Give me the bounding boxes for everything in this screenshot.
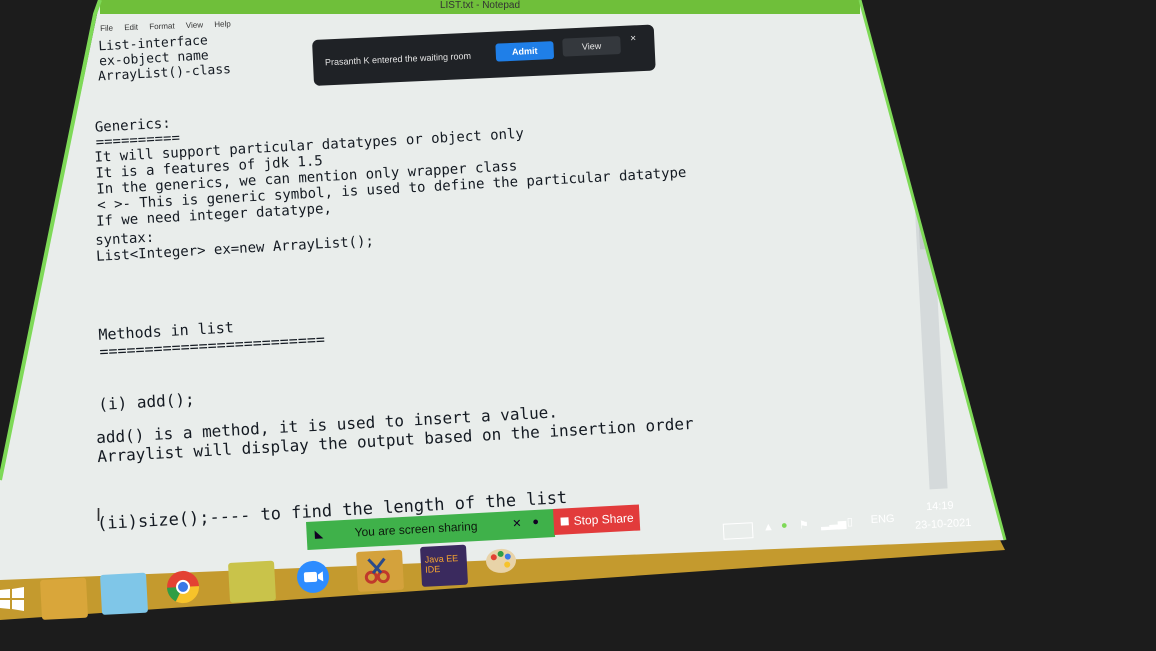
close-icon[interactable]: × (630, 33, 636, 44)
notification-message: Prasanth K entered the waiting room (324, 50, 472, 68)
flag-icon[interactable]: ⚑ (799, 518, 809, 532)
update-icon[interactable]: ● (781, 519, 788, 531)
sticky-notes-icon[interactable] (228, 560, 277, 603)
clock-date[interactable]: 23-10-2021 (915, 517, 972, 532)
stop-icon (560, 517, 569, 526)
windows-start-icon[interactable] (0, 586, 24, 617)
microphone-icon[interactable]: ✕ (512, 517, 522, 530)
sharing-status-text: You are screen sharing (354, 519, 478, 540)
battery-icon[interactable]: ▯ (846, 515, 854, 528)
vertical-scrollbar[interactable] (905, 19, 948, 490)
stop-share-button[interactable]: Stop Share (553, 504, 641, 535)
view-button[interactable]: View (562, 36, 621, 57)
java-ee-ide-icon[interactable]: Java EE IDE (420, 544, 469, 587)
input-language[interactable]: ENG (870, 513, 894, 526)
snipping-tool-icon[interactable] (356, 549, 405, 592)
zoom-icon[interactable] (292, 556, 340, 598)
chrome-icon[interactable] (162, 566, 210, 608)
menu-edit[interactable]: Edit (124, 23, 138, 32)
menu-view[interactable]: View (186, 20, 204, 30)
show-hidden-icons-icon[interactable]: ▲ (763, 521, 775, 534)
admit-button[interactable]: Admit (495, 41, 555, 62)
menu-help[interactable]: Help (214, 19, 231, 29)
scroll-thumb[interactable] (912, 99, 933, 250)
notepad-icon[interactable] (100, 572, 149, 615)
notepad-window: LIST.txt - Notepad File Edit Format View… (0, 0, 1005, 615)
shield-icon[interactable]: ● (532, 516, 539, 528)
text-cursor-icon: I (96, 505, 102, 525)
window-title: LIST.txt - Notepad (100, 0, 860, 14)
editor-line: (i) add(); (97, 389, 196, 414)
paint-icon[interactable] (480, 540, 528, 582)
pin-icon[interactable]: ◣ (314, 527, 323, 540)
menu-file[interactable]: File (100, 24, 113, 33)
file-explorer-icon[interactable] (40, 577, 89, 620)
keyboard-icon[interactable] (722, 522, 754, 540)
network-signal-icon[interactable]: ▂▃▅ (821, 516, 847, 530)
menu-format[interactable]: Format (149, 21, 175, 31)
clock-time[interactable]: 14:19 (926, 500, 954, 513)
